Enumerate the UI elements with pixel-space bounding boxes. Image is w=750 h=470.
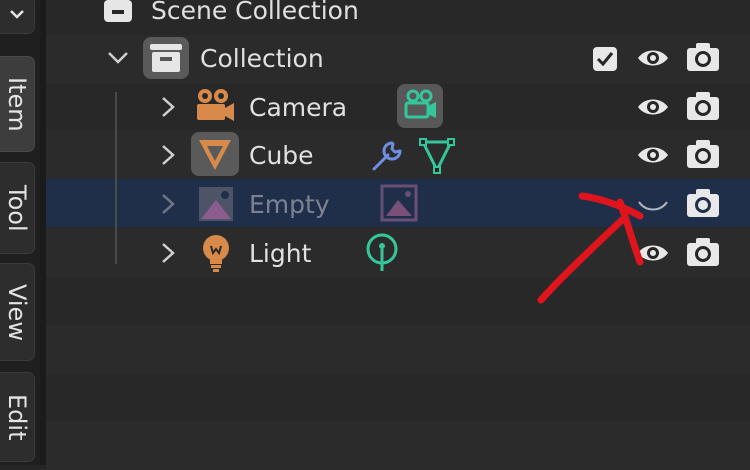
- sidebar-collapse-tab[interactable]: [0, 0, 35, 34]
- scene-collection-icon: [104, 0, 132, 22]
- tree-row-scene-collection[interactable]: Scene Collection: [46, 0, 750, 35]
- checkbox-icon[interactable]: [592, 46, 618, 72]
- image-data-icon[interactable]: [380, 184, 418, 222]
- chevron-right-icon[interactable]: [158, 143, 178, 167]
- tree-row-collection[interactable]: Collection: [46, 34, 750, 83]
- tab-view[interactable]: View: [0, 263, 35, 361]
- tab-item[interactable]: Item: [0, 56, 35, 152]
- tree-row-cube[interactable]: Cube: [46, 131, 750, 180]
- eye-icon[interactable]: [636, 95, 670, 119]
- tab-edit[interactable]: Edit: [0, 372, 35, 462]
- tab-view-label: View: [3, 283, 31, 341]
- tree-item-label: Light: [249, 239, 312, 268]
- chevron-right-icon[interactable]: [158, 95, 178, 119]
- tree-item-label: Empty: [249, 190, 330, 219]
- light-data-icon[interactable]: [364, 233, 400, 273]
- camera-render-icon[interactable]: [686, 42, 720, 72]
- sidebar-tab-strip: Item Tool View Edit: [0, 0, 40, 465]
- camera-data-icon[interactable]: [396, 83, 444, 129]
- mesh-object-icon: [191, 132, 239, 176]
- row-stripe: [46, 325, 750, 374]
- tree-item-label: Camera: [249, 93, 348, 122]
- eye-icon[interactable]: [636, 241, 670, 265]
- wrench-icon[interactable]: [370, 137, 406, 173]
- camera-render-icon[interactable]: [686, 188, 720, 218]
- tree-row-camera[interactable]: Camera: [46, 83, 750, 132]
- tree-row-empty[interactable]: Empty: [46, 180, 750, 229]
- camera-render-icon[interactable]: [686, 91, 720, 121]
- empty-object-icon: [199, 187, 233, 221]
- mesh-data-icon[interactable]: [418, 137, 456, 175]
- tab-edit-label: Edit: [3, 393, 31, 441]
- tab-tool[interactable]: Tool: [0, 162, 35, 254]
- collection-icon: [143, 37, 189, 79]
- tree-item-label: Cube: [249, 141, 314, 170]
- camera-render-icon[interactable]: [686, 139, 720, 169]
- chevron-down-icon: [10, 10, 24, 19]
- camera-render-icon[interactable]: [686, 237, 720, 267]
- tab-tool-label: Tool: [3, 184, 31, 232]
- camera-object-icon: [197, 89, 234, 121]
- eye-icon[interactable]: [636, 46, 670, 70]
- eye-icon[interactable]: [636, 143, 670, 167]
- tree-item-label: Scene Collection: [151, 0, 359, 25]
- chevron-down-icon[interactable]: [106, 48, 130, 68]
- row-stripe: [46, 421, 750, 470]
- tab-item-label: Item: [3, 76, 31, 132]
- light-object-icon: [203, 235, 229, 272]
- chevron-right-icon[interactable]: [158, 192, 178, 216]
- chevron-right-icon[interactable]: [158, 241, 178, 265]
- eye-closed-icon[interactable]: [636, 196, 670, 216]
- tree-item-label: Collection: [200, 44, 324, 73]
- tree-row-light[interactable]: Light: [46, 229, 750, 278]
